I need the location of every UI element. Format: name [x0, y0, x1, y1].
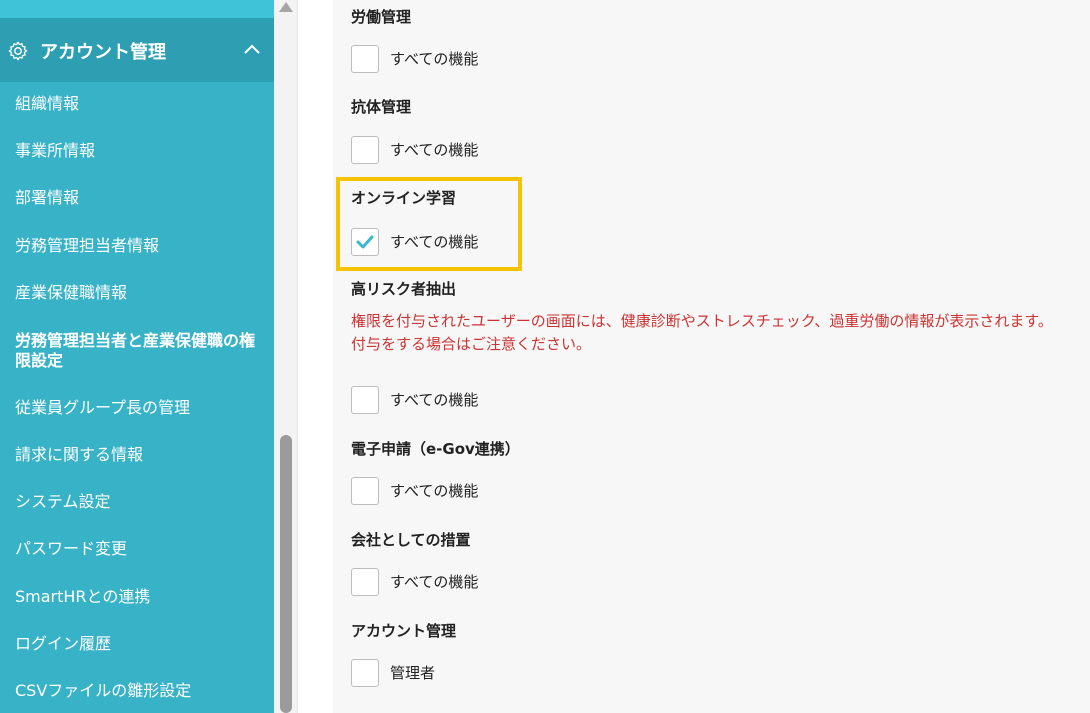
sidebar-item-password[interactable]: パスワード変更 — [15, 539, 265, 559]
sidebar-item-offices[interactable]: 事業所情報 — [15, 141, 265, 161]
scroll-up-arrow-icon[interactable] — [279, 2, 293, 12]
section-title-e-gov: 電子申請（e-Gov連携） — [351, 440, 520, 458]
checkbox-antibody-all[interactable] — [351, 136, 379, 164]
sidebar-item-labor-managers[interactable]: 労務管理担当者情報 — [15, 236, 265, 256]
section-title-account: アカウント管理 — [351, 622, 457, 640]
sidebar-top-strip — [0, 0, 274, 18]
checkbox-label: すべての機能 — [390, 391, 479, 409]
section-title-online-learning: オンライン学習 — [351, 189, 457, 207]
checkbox-label: 管理者 — [390, 664, 436, 682]
sidebar-item-smarthr[interactable]: SmartHRとの連携 — [15, 587, 265, 607]
checkbox-label: すべての機能 — [390, 482, 479, 500]
section-title-labor: 労働管理 — [351, 8, 412, 26]
sidebar-item-permission-settings[interactable]: 労務管理担当者と産業保健職の権限設定 — [15, 331, 260, 371]
warning-text-line1: 権限を付与されたユーザーの画面には、健康診断やストレスチェック、過重労働の情報が… — [351, 312, 1053, 330]
checkbox-high-risk-all[interactable] — [351, 386, 379, 414]
sidebar-header-title: アカウント管理 — [40, 42, 166, 63]
sidebar-item-system-settings[interactable]: システム設定 — [15, 492, 265, 512]
gear-icon — [8, 41, 28, 61]
sidebar-item-organization[interactable]: 組織情報 — [15, 94, 265, 114]
sidebar-item-billing[interactable]: 請求に関する情報 — [15, 445, 265, 465]
checkbox-label: すべての機能 — [390, 141, 479, 159]
sidebar-item-csv-template[interactable]: CSVファイルの雛形設定 — [15, 681, 265, 701]
permission-panel — [333, 0, 1090, 713]
checkbox-label: すべての機能 — [390, 573, 479, 591]
section-title-high-risk: 高リスク者抽出 — [351, 280, 457, 298]
checkbox-account-admin[interactable] — [351, 659, 379, 687]
checkbox-label: すべての機能 — [390, 233, 479, 251]
sidebar-item-departments[interactable]: 部署情報 — [15, 188, 265, 208]
checkbox-company-measures-all[interactable] — [351, 568, 379, 596]
checkbox-labor-all[interactable] — [351, 45, 379, 73]
section-title-company-measures: 会社としての措置 — [351, 531, 471, 549]
sidebar-item-login-history[interactable]: ログイン履歴 — [15, 634, 265, 654]
scrollbar-thumb[interactable] — [280, 435, 292, 713]
checkbox-online-learning-all[interactable] — [351, 228, 379, 256]
sidebar: アカウント管理 組織情報 事業所情報 部署情報 労務管理担当者情報 産業保健職情… — [0, 0, 274, 713]
warning-text-line2: 付与をする場合はご注意ください。 — [351, 335, 592, 353]
checkmark-icon — [356, 235, 374, 249]
checkbox-label: すべての機能 — [390, 50, 479, 68]
sidebar-section-account[interactable]: アカウント管理 — [0, 18, 274, 82]
section-title-antibody: 抗体管理 — [351, 98, 412, 116]
sidebar-item-group-leaders[interactable]: 従業員グループ長の管理 — [15, 398, 265, 418]
sidebar-item-health-staff[interactable]: 産業保健職情報 — [15, 283, 265, 303]
checkbox-e-gov-all[interactable] — [351, 477, 379, 505]
chevron-up-icon[interactable] — [243, 42, 261, 56]
